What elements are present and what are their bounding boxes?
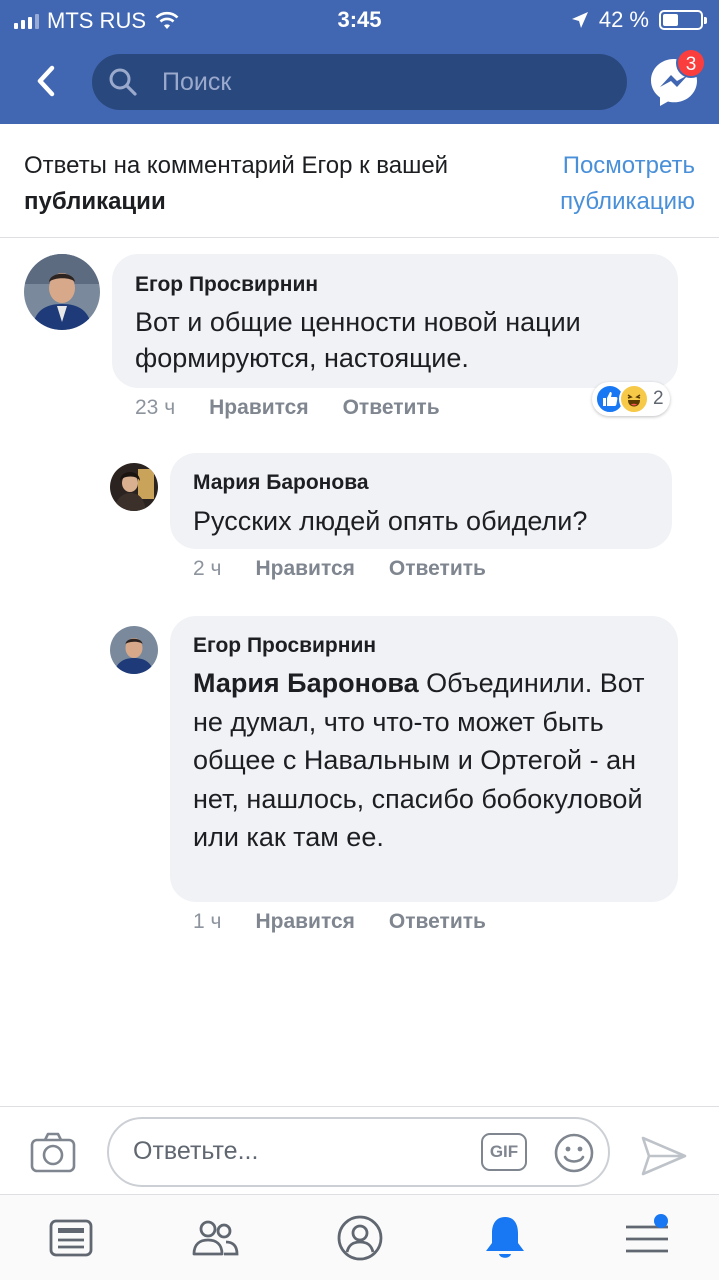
notifications-icon[interactable] [480,1213,530,1263]
comment-actions: 23 ч Нравится Ответить [135,396,440,420]
comment-bubble[interactable]: Мария Баронова Русских людей опять обиде… [170,453,672,549]
avatar[interactable] [24,254,100,330]
mention-link[interactable]: Мария Баронова [193,668,419,698]
comment-author[interactable]: Мария Баронова [193,471,369,495]
battery-icon [659,10,707,30]
menu-notification-dot [654,1214,668,1228]
comment-bubble[interactable]: Егор Просвирнин Вот и общие ценности нов… [112,254,678,388]
reactions-summary[interactable]: 2 [592,382,670,416]
comment-time: 23 ч [135,396,176,419]
camera-icon[interactable] [30,1131,76,1173]
comment-actions: 1 ч Нравится Ответить [193,910,486,934]
tab-bar [0,1194,719,1280]
comment-body: Мария Баронова Объединили. Вот не думал,… [193,664,663,857]
reply-placeholder: Ответьте... [133,1137,259,1165]
reply-button[interactable]: Ответить [389,557,486,581]
like-button[interactable]: Нравится [255,910,354,934]
reply-input[interactable]: Ответьте... GIF [107,1117,610,1187]
reaction-count: 2 [653,388,664,409]
context-message-text: Ответы на комментарий Егор к вашей [24,152,449,179]
reply-context-banner: Ответы на комментарий Егор к вашей публи… [0,124,719,238]
like-button[interactable]: Нравится [255,557,354,581]
back-arrow-icon[interactable] [22,56,72,106]
gif-button[interactable]: GIF [481,1133,527,1171]
comment-actions: 2 ч Нравится Ответить [193,557,486,581]
context-message: Ответы на комментарий Егор к вашей публи… [24,148,494,220]
search-field[interactable]: Поиск [92,54,627,110]
like-button[interactable]: Нравится [209,396,308,420]
battery-percent: 42 % [598,7,649,32]
reply-button[interactable]: Ответить [343,396,440,420]
comment-bubble[interactable]: Егор Просвирнин Мария Баронова Объединил… [170,616,678,902]
comment-time: 2 ч [193,557,222,580]
comment-text: Русских людей опять обидели? [193,506,588,536]
messenger-badge: 3 [676,48,706,78]
reply-button[interactable]: Ответить [389,910,486,934]
top-bar: MTS RUS 3:45 42 % Поиск 3 [0,0,719,124]
status-bar: MTS RUS 3:45 42 % [0,0,719,40]
view-post-link[interactable]: Посмотреть публикацию [525,148,695,220]
send-icon[interactable] [640,1135,688,1177]
comment-time: 1 ч [193,910,222,933]
friends-icon[interactable] [190,1213,240,1263]
search-placeholder: Поиск [162,68,232,96]
comment-author[interactable]: Егор Просвирнин [193,634,376,658]
avatar[interactable] [110,463,158,511]
avatar[interactable] [110,626,158,674]
app-screen: MTS RUS 3:45 42 % Поиск 3 Ответы на комм… [0,0,719,1280]
context-message-bold: публикации [24,188,166,215]
profile-icon[interactable] [335,1213,385,1263]
haha-icon [619,384,649,414]
comment-author[interactable]: Егор Просвирнин [135,273,318,297]
comment-text: Вот и общие ценности новой нации формиру… [135,307,581,373]
sticker-icon[interactable] [553,1132,595,1174]
location-arrow-icon [571,12,588,28]
reply-composer: Ответьте... GIF [0,1106,719,1194]
status-right: 42 % [571,7,707,33]
news-feed-icon[interactable] [46,1213,96,1263]
search-icon [109,68,137,96]
